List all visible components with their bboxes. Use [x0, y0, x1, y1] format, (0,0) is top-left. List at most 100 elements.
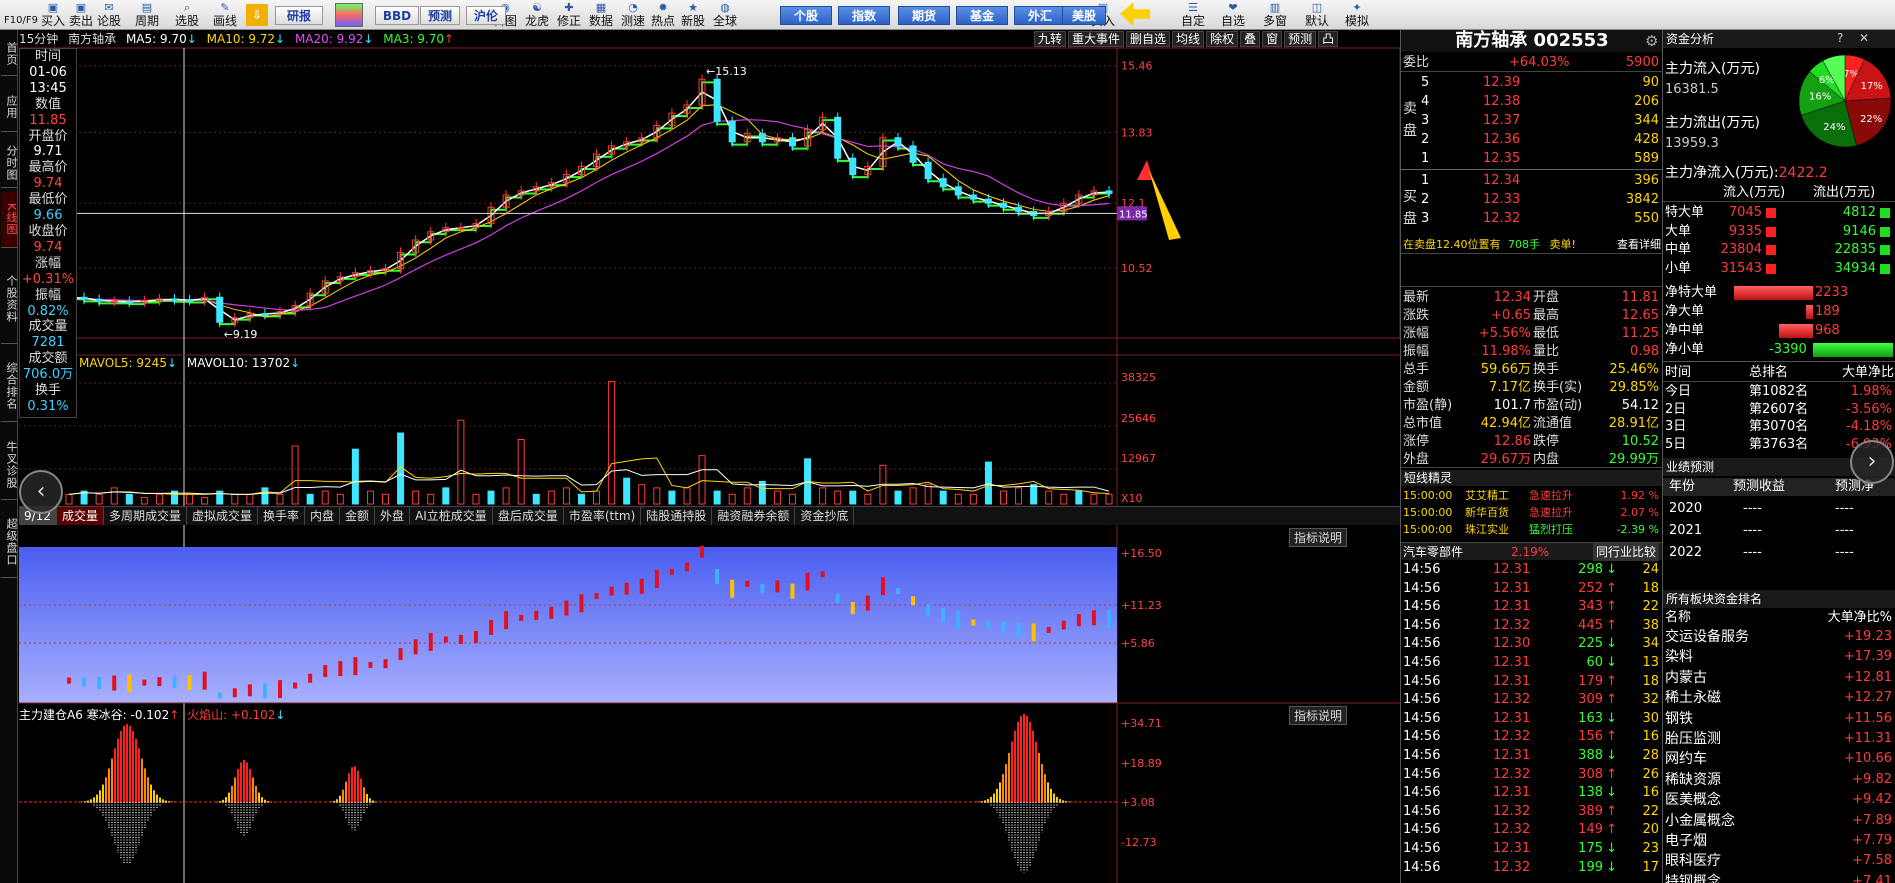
- toolbar-draw-line-button[interactable]: ✎ 画线: [208, 1, 242, 29]
- elf-row[interactable]: 15:00:00 新华百货 急速拉升 2.07 %: [1401, 504, 1663, 522]
- toolbar-custom-button[interactable]: ☰ 自定: [1176, 1, 1210, 29]
- leftnav-item-2[interactable]: 分时图: [1, 138, 18, 188]
- toolbar-pill-3[interactable]: 沪伦: [466, 6, 506, 25]
- volume-tab-4[interactable]: 换手率: [258, 507, 306, 525]
- leftnav-item-3[interactable]: K线图: [1, 192, 18, 248]
- toolbar-pill-0[interactable]: 研报: [275, 6, 323, 25]
- sector-rank-row[interactable]: 电子烟 +7.79: [1663, 832, 1895, 850]
- chart-tool-6[interactable]: 窗: [1262, 31, 1283, 47]
- ask-row[interactable]: 1 12.35 589: [1401, 150, 1663, 168]
- leftnav-item-0[interactable]: 首页: [1, 32, 18, 76]
- sector-rank-row[interactable]: 钢铁 +11.56: [1663, 710, 1895, 728]
- help-icon[interactable]: ?: [1837, 31, 1843, 45]
- toolbar-hot-button[interactable]: ✹ 热点: [646, 1, 680, 29]
- ask-row[interactable]: 2 12.36 428: [1401, 131, 1663, 149]
- volume-tab-10[interactable]: 市盈率(ttm): [564, 507, 642, 525]
- volume-tab-7[interactable]: 外盘: [375, 507, 411, 525]
- toolbar-fix-button[interactable]: ✚ 修正: [552, 1, 586, 29]
- toolbar-pill-5[interactable]: 指数: [838, 6, 890, 25]
- volume-tab-9[interactable]: 盘后成交量: [493, 507, 564, 525]
- toolbar-pill-4[interactable]: 个股: [780, 6, 832, 25]
- toolbar-pill-6[interactable]: 期货: [898, 6, 950, 25]
- sector-rank-row[interactable]: 网约车 +10.66: [1663, 750, 1895, 768]
- toolbar-data-button[interactable]: ▦ 数据: [584, 1, 618, 29]
- toolbar-speed-button[interactable]: ◔ 测速: [616, 1, 650, 29]
- chart-tool-4[interactable]: 除权: [1206, 31, 1239, 47]
- toolbar-search-button[interactable]: ⌕ 选股: [170, 1, 204, 29]
- chart-tool-3[interactable]: 均线: [1172, 31, 1205, 47]
- volume-tab-6[interactable]: 金额: [340, 507, 376, 525]
- chart-tool-8[interactable]: 凸: [1318, 31, 1339, 47]
- volume-tab-8[interactable]: AI立桩成交量: [410, 507, 493, 525]
- chart-tool-0[interactable]: 九转: [1034, 31, 1067, 47]
- chart-canvas[interactable]: 15.4613.8312.110.52←15.13←9.1911.8538325…: [19, 30, 1400, 883]
- period-label[interactable]: 15分钟: [19, 32, 58, 46]
- toolbar-pill-7[interactable]: 基金: [956, 6, 1008, 25]
- toolbar-simulate-button[interactable]: ✦ 模拟: [1340, 1, 1374, 29]
- notice-detail-link[interactable]: 查看详细: [1617, 236, 1661, 254]
- leftnav-item-6[interactable]: 牛叉诊股: [1, 430, 18, 500]
- close-icon[interactable]: ✕: [1859, 31, 1869, 45]
- indicator1-help[interactable]: 指标说明: [1289, 528, 1348, 547]
- ask-row[interactable]: 4 12.38 206: [1401, 93, 1663, 111]
- volume-tab-13[interactable]: 资金抄底: [795, 507, 855, 525]
- volume-tab-3[interactable]: 虚拟成交量: [187, 507, 258, 525]
- sector-value-header[interactable]: 大单净比%: [1828, 609, 1892, 627]
- bid-row[interactable]: 2 12.33 3842: [1401, 191, 1663, 209]
- sector-rank-row[interactable]: 交运设备服务 +19.23: [1663, 628, 1895, 646]
- elf-row[interactable]: 15:00:00 艾艾精工 急速拉升 1.92 %: [1401, 487, 1663, 505]
- chart-tool-5[interactable]: 叠: [1240, 31, 1261, 47]
- chart-tool-1[interactable]: 重大事件: [1068, 31, 1125, 47]
- leftnav-item-4[interactable]: 个股资料: [1, 254, 18, 344]
- sector-rank-row[interactable]: 染料 +17.39: [1663, 648, 1895, 666]
- sector-name[interactable]: 汽车零部件: [1403, 545, 1463, 559]
- toolbar-button-label: 全球: [712, 14, 737, 28]
- toolbar-pill-2[interactable]: 预测: [420, 6, 460, 25]
- volume-tab-5[interactable]: 内盘: [305, 507, 341, 525]
- chart-prev-button[interactable]: ‹: [19, 470, 63, 514]
- toolbar-period-button[interactable]: ▤ 周期: [130, 1, 164, 29]
- sector-rank-row[interactable]: 稀缺资源 +9.82: [1663, 771, 1895, 789]
- toolbar-dragon-tiger-button[interactable]: ☯ 龙虎: [520, 1, 554, 29]
- notify-arrow-icon[interactable]: [1120, 2, 1150, 26]
- toolbar-new-stock-button[interactable]: ★ 新股: [676, 1, 710, 29]
- settings-gear-icon[interactable]: ⚙: [1645, 32, 1658, 50]
- volume-tab-2[interactable]: 多周期成交量: [104, 507, 187, 525]
- bid-row[interactable]: 3 12.32 550: [1401, 210, 1663, 228]
- volume-tab-11[interactable]: 陆股通持股: [641, 507, 713, 525]
- order-notice[interactable]: 在卖盘12.40位置有 708手 卖单! 查看详细: [1401, 236, 1663, 254]
- leftnav-item-5[interactable]: 综合排名: [1, 350, 18, 422]
- f10-label[interactable]: F10/F9: [4, 15, 38, 26]
- chart-tool-7[interactable]: 预测: [1284, 31, 1317, 47]
- volume-tab-12[interactable]: 融资融券余额: [712, 507, 796, 525]
- elf-row[interactable]: 15:00:00 珠江实业 猛烈打压 -2.39 %: [1401, 521, 1663, 539]
- ask-row[interactable]: 3 12.37 344: [1401, 112, 1663, 130]
- ask-row[interactable]: 5 12.39 90: [1401, 74, 1663, 92]
- sector-rank-row[interactable]: 特钢概念 +7.41: [1663, 873, 1895, 883]
- chart-next-button[interactable]: ›: [1850, 440, 1894, 484]
- sector-rank-row[interactable]: 稀土永磁 +12.27: [1663, 689, 1895, 707]
- sector-rank-row[interactable]: 胎压监测 +11.31: [1663, 730, 1895, 748]
- toolbar-pill-8[interactable]: 外汇: [1014, 6, 1066, 25]
- toolbar-multi-window-button[interactable]: ▥ 多窗: [1258, 1, 1292, 29]
- sector-rank-row[interactable]: 内蒙古 +12.81: [1663, 669, 1895, 687]
- sector-rank-row[interactable]: 眼科医疗 +7.58: [1663, 852, 1895, 870]
- leftnav-item-1[interactable]: 应用: [1, 82, 18, 132]
- elf-title[interactable]: 短线精灵: [1401, 470, 1663, 486]
- sector-rank-row[interactable]: 小金属概念 +7.89: [1663, 812, 1895, 830]
- toolbar-default-button[interactable]: ◫ 默认: [1300, 1, 1334, 29]
- toolbar-favorites-button[interactable]: ❤ 自选: [1216, 1, 1250, 29]
- sector-compare-link[interactable]: 同行业比较: [1592, 543, 1659, 561]
- indicator2-help[interactable]: 指标说明: [1289, 706, 1348, 725]
- layout-grid-icon[interactable]: [335, 3, 363, 27]
- toolbar-globe-button[interactable]: ◍ 全球: [708, 1, 742, 29]
- toolbar-pill-9[interactable]: 美股: [1062, 6, 1106, 25]
- toolbar-pill-1[interactable]: BBD: [375, 6, 419, 25]
- toolbar-discuss-button[interactable]: ✉ 论股: [92, 1, 126, 29]
- chart-tool-2[interactable]: 删自选: [1126, 31, 1171, 47]
- sector-rank-row[interactable]: 医美概念 +9.42: [1663, 791, 1895, 809]
- volume-tab-1[interactable]: 成交量: [56, 507, 104, 525]
- bid-row[interactable]: 1 12.34 396: [1401, 172, 1663, 190]
- leftnav-item-7[interactable]: 超级盘口: [1, 506, 18, 578]
- arrow-down-icon[interactable]: ⇩: [246, 4, 268, 26]
